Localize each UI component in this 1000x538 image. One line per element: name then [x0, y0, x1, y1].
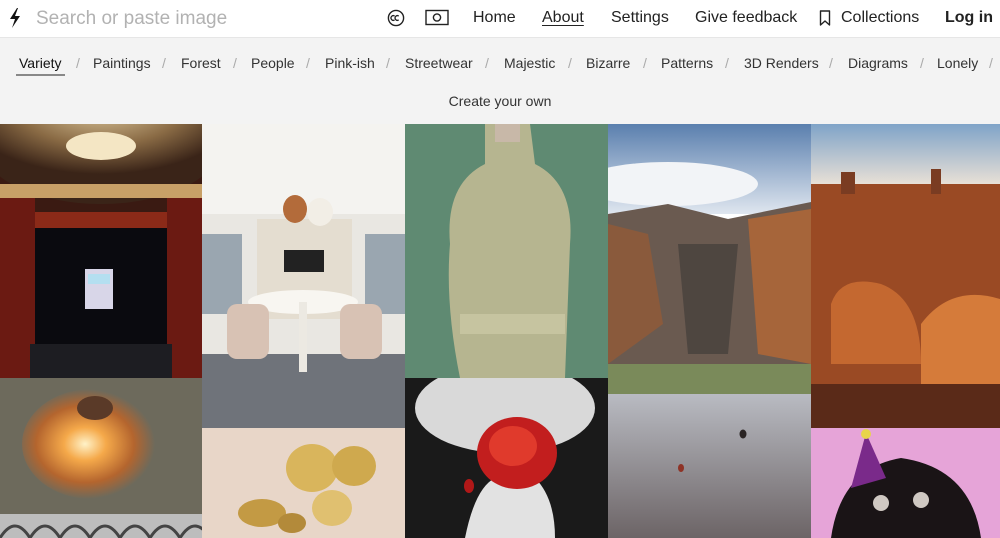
- category-bar: Variety / Paintings / Forest / People / …: [0, 38, 1000, 124]
- login-link[interactable]: Log in: [945, 9, 993, 27]
- category-separator: /: [829, 55, 833, 71]
- category-separator: /: [725, 55, 729, 71]
- category-separator: /: [162, 55, 166, 71]
- category-diagrams[interactable]: Diagrams: [848, 55, 908, 71]
- category-bizarre[interactable]: Bizarre: [586, 55, 630, 71]
- category-separator: /: [920, 55, 924, 71]
- bookmark-icon[interactable]: [819, 10, 831, 26]
- image-hot-air-balloons[interactable]: [608, 394, 811, 538]
- active-category-underline: [16, 74, 65, 76]
- category-separator: /: [485, 55, 489, 71]
- category-patterns[interactable]: Patterns: [661, 55, 713, 71]
- creative-commons-icon[interactable]: [387, 9, 405, 27]
- category-variety[interactable]: Variety: [19, 55, 62, 71]
- category-3d-renders[interactable]: 3D Renders: [744, 55, 819, 71]
- category-list: Variety / Paintings / Forest / People / …: [0, 55, 1000, 77]
- category-paintings[interactable]: Paintings: [93, 55, 151, 71]
- image-theater-stage[interactable]: [0, 124, 202, 378]
- top-bar: Home About Settings Give feedback Collec…: [0, 0, 1000, 38]
- category-separator: /: [76, 55, 80, 71]
- nav-home-link[interactable]: Home: [473, 9, 516, 27]
- category-separator: /: [386, 55, 390, 71]
- search-input[interactable]: [34, 4, 368, 34]
- image-explosion[interactable]: [0, 378, 202, 514]
- category-pink-ish[interactable]: Pink-ish: [325, 55, 375, 71]
- category-forest[interactable]: Forest: [181, 55, 221, 71]
- category-separator: /: [643, 55, 647, 71]
- nav-settings-link[interactable]: Settings: [611, 9, 669, 27]
- image-party-hat-monkey[interactable]: [811, 428, 1000, 538]
- nav-collections-link[interactable]: Collections: [841, 9, 919, 27]
- category-separator: /: [568, 55, 572, 71]
- image-mannequin-knit[interactable]: [405, 124, 608, 378]
- category-streetwear[interactable]: Streetwear: [405, 55, 473, 71]
- category-separator: /: [989, 55, 993, 71]
- image-meeting-room[interactable]: [202, 124, 405, 428]
- category-separator: /: [306, 55, 310, 71]
- image-ornate-pattern[interactable]: [0, 514, 202, 538]
- image-hand-rose[interactable]: [405, 378, 608, 538]
- create-your-own-link[interactable]: Create your own: [0, 93, 1000, 109]
- category-lonely[interactable]: Lonely: [937, 55, 978, 71]
- category-separator: /: [233, 55, 237, 71]
- image-gold-disc-sculpture[interactable]: [202, 428, 405, 538]
- nav-feedback-link[interactable]: Give feedback: [695, 9, 797, 27]
- category-majestic[interactable]: Majestic: [504, 55, 555, 71]
- bolt-logo-icon[interactable]: [8, 8, 22, 28]
- nav-about-link[interactable]: About: [542, 9, 584, 27]
- image-canyon[interactable]: [608, 124, 811, 394]
- photo-camera-icon[interactable]: [425, 9, 449, 26]
- category-people[interactable]: People: [251, 55, 295, 71]
- image-red-rock-desert[interactable]: [811, 124, 1000, 428]
- image-grid: [0, 124, 1000, 538]
